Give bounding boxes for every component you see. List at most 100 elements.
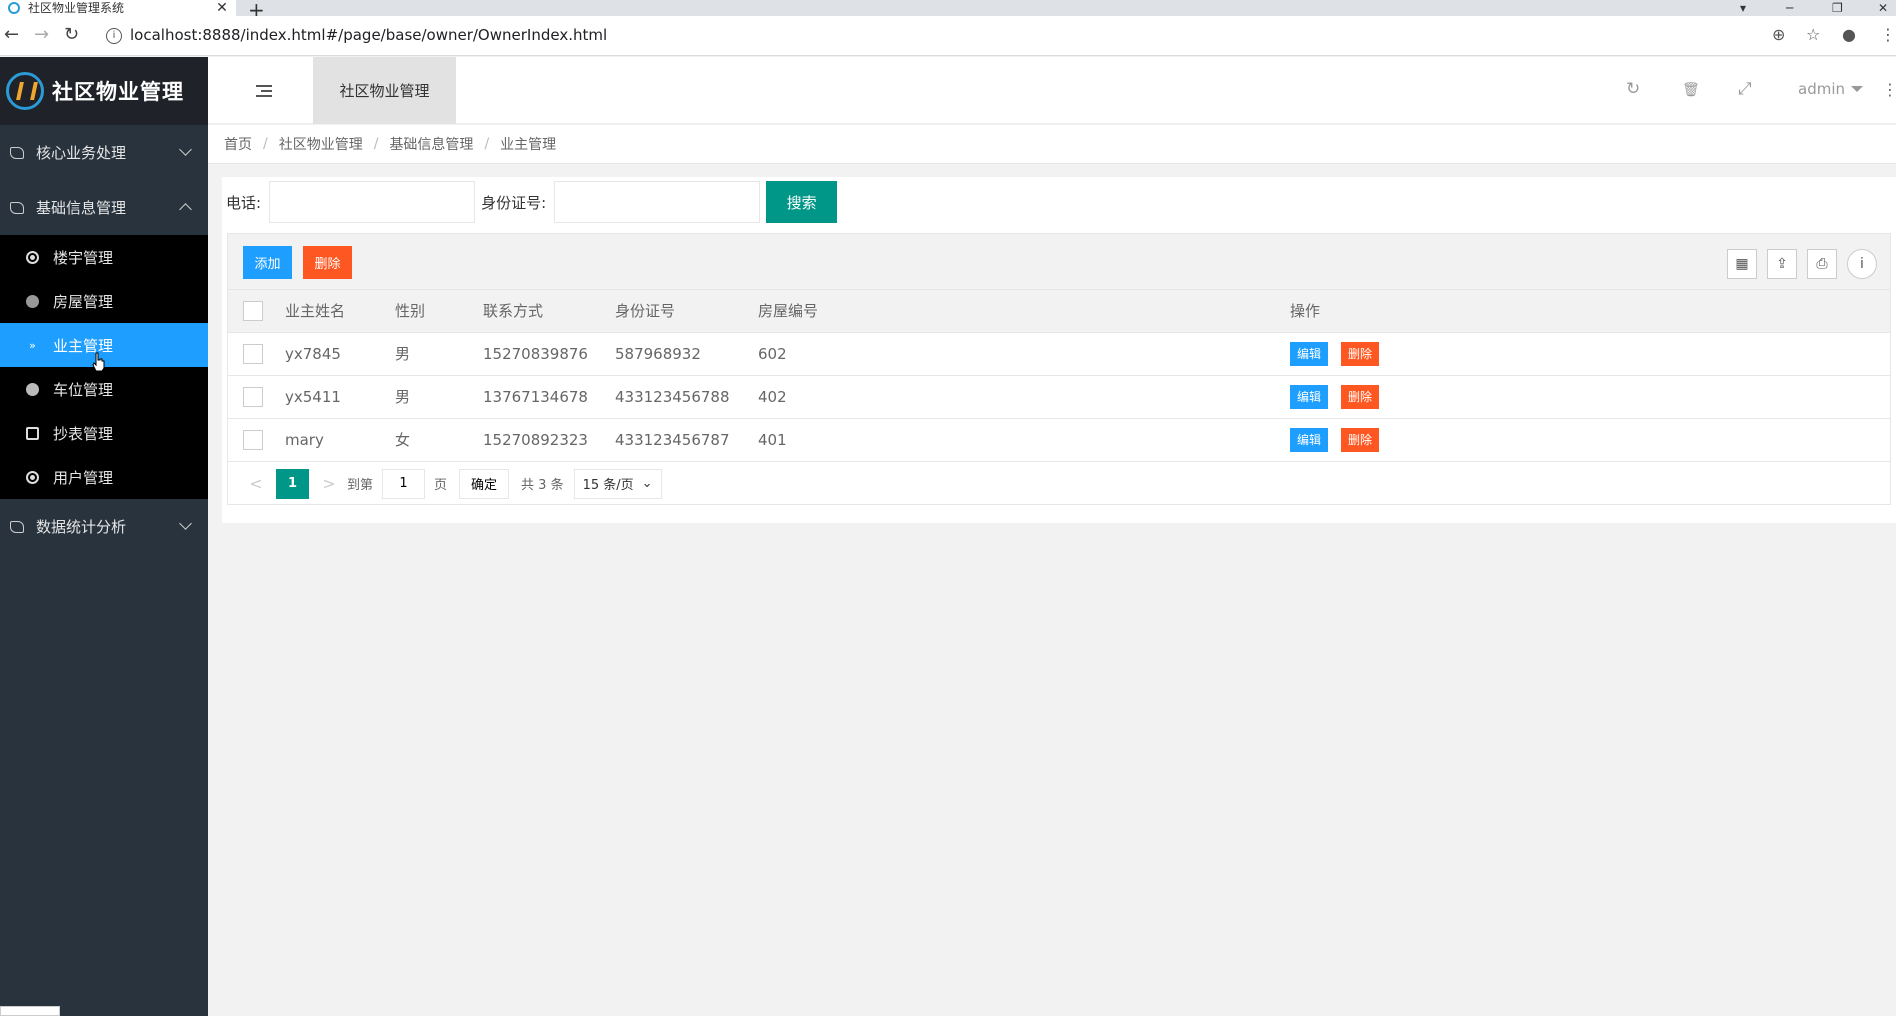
delete-button[interactable]: 删除 [1341,427,1379,452]
total-count: 共 3 条 [521,478,564,493]
page-1[interactable]: 1 [276,468,309,499]
favicon-icon [8,2,20,14]
breadcrumb-home[interactable]: 首页 [224,134,252,154]
url-text[interactable]: localhost:8888/index.html#/page/base/own… [130,26,607,44]
cell-name: mary [285,418,395,462]
chevron-down-icon [179,143,192,156]
table-header-row: 业主姓名 性别 联系方式 身份证号 房屋编号 操作 [228,290,1890,333]
delete-button[interactable]: 删除 [1341,384,1379,409]
goto-label: 到第 [347,478,374,493]
cell-actions: 编辑 删除 [1290,375,1890,419]
sidebar-item-parking[interactable]: 车位管理 [0,367,208,411]
edit-button[interactable]: 编辑 [1290,384,1328,409]
row-checkbox[interactable] [243,343,263,364]
row-checkbox-cell [228,375,285,419]
fullscreen-icon[interactable]: ⤢ [1738,79,1752,99]
cell-gender: 男 [395,332,483,376]
cell-phone: 15270892323 [483,418,615,462]
back-icon[interactable]: ← [4,24,19,45]
phone-input[interactable] [269,181,476,223]
breadcrumb-item[interactable]: 社区物业管理 [279,134,363,154]
forward-icon[interactable]: → [34,24,49,45]
reload-icon[interactable]: ↻ [64,24,79,45]
table-row: yx5411 男 13767134678 433123456788 402 编辑… [228,375,1890,419]
export-icon[interactable]: ⇪ [1767,249,1797,279]
search-form: 电话: 身份证号: 搜索 [226,181,838,223]
address-bar: ← → ↻ i localhost:8888/index.html#/page/… [0,16,1896,56]
page-size-select[interactable]: 15 条/页 ⌄ [573,468,662,499]
sidebar-item-user[interactable]: 用户管理 [0,455,208,499]
sidebar-item-house[interactable]: 房屋管理 [0,279,208,323]
more-icon[interactable]: ⋮ [1882,80,1896,99]
browser-tab[interactable]: 社区物业管理系统 ✕ [0,0,236,16]
cell-room: 401 [758,418,1290,462]
sidebar-item-label: 楼宇管理 [53,248,114,267]
cell-name: yx5411 [285,375,395,419]
breadcrumb-item[interactable]: 基础信息管理 [389,134,473,154]
profile-dropdown-icon[interactable]: ▾ [1740,0,1746,16]
next-page-icon[interactable]: > [317,474,341,493]
batch-delete-button[interactable]: 删除 [303,246,352,279]
chevron-down-icon: ⌄ [641,476,653,491]
restore-button[interactable]: ❐ [1832,0,1843,16]
edit-button[interactable]: 编辑 [1290,427,1328,452]
delete-button[interactable]: 删除 [1341,341,1379,366]
dashboard-icon [26,382,39,396]
window-close-button[interactable]: ✕ [1878,0,1888,16]
cell-actions: 编辑 删除 [1290,418,1890,462]
refresh-icon[interactable]: ↻ [1626,79,1640,99]
col-header[interactable]: 联系方式 [483,290,615,333]
page-unit-label: 页 [434,478,448,493]
menu-toggle-icon[interactable] [256,85,272,100]
row-checkbox-cell [228,418,285,462]
add-button[interactable]: 添加 [243,246,292,279]
tab-close-icon[interactable]: ✕ [214,0,230,16]
menu-group-base[interactable]: 基础信息管理 [0,180,208,235]
caret-down-icon [1851,86,1863,92]
cell-idcard: 433123456788 [615,375,758,419]
prev-page-icon[interactable]: < [244,474,268,493]
col-header[interactable]: 业主姓名 [285,290,395,333]
col-header[interactable]: 性别 [395,290,483,333]
col-header[interactable]: 身份证号 [615,290,758,333]
goto-confirm-button[interactable]: 确定 [459,468,510,499]
table-row: yx7845 男 15270839876 587968932 602 编辑 删除 [228,332,1890,376]
profile-avatar-icon[interactable]: ● [1842,25,1856,44]
menu-group-label: 核心业务处理 [36,144,127,162]
chevron-up-icon [179,203,192,216]
browser-menu-icon[interactable]: ⋮ [1880,25,1896,44]
cell-idcard: 433123456787 [615,418,758,462]
breadcrumb-separator: / [373,136,379,152]
site-info-icon[interactable]: i [106,28,122,44]
edit-button[interactable]: 编辑 [1290,341,1328,366]
chevron-down-icon [179,517,192,530]
sidebar-item-meter[interactable]: 抄表管理 [0,411,208,455]
row-checkbox[interactable] [243,429,263,450]
row-checkbox[interactable] [243,386,263,407]
status-tooltip [0,1006,60,1016]
menu-group-core[interactable]: 核心业务处理 [0,125,208,180]
columns-filter-icon[interactable]: ▦ [1727,249,1757,279]
print-icon[interactable]: ⎙ [1807,249,1837,279]
idcard-input[interactable] [554,181,761,223]
search-button[interactable]: 搜索 [766,181,838,223]
select-all-checkbox[interactable] [243,300,263,321]
cell-phone: 13767134678 [483,375,615,419]
target-icon [26,250,39,264]
sidebar-item-building[interactable]: 楼宇管理 [0,235,208,279]
col-header[interactable]: 房屋编号 [758,290,1290,333]
trash-icon[interactable]: 🗑 [1682,82,1700,98]
cell-gender: 男 [395,375,483,419]
bookmark-star-icon[interactable]: ☆ [1806,25,1820,44]
goto-page-input[interactable] [382,468,426,499]
sidebar-item-label: 车位管理 [53,380,114,399]
minimize-button[interactable]: ─ [1786,0,1793,16]
breadcrumb: 首页 / 社区物业管理 / 基础信息管理 / 业主管理 [208,125,1896,164]
sidebar-item-label: 房屋管理 [53,292,114,311]
menu-group-stats[interactable]: 数据统计分析 [0,499,208,554]
info-icon[interactable]: i [1847,249,1877,279]
user-menu[interactable]: admin [1798,80,1863,98]
cell-gender: 女 [395,418,483,462]
zoom-icon[interactable]: ⊕ [1772,25,1785,44]
header-tab[interactable]: 社区物业管理 [313,57,456,124]
